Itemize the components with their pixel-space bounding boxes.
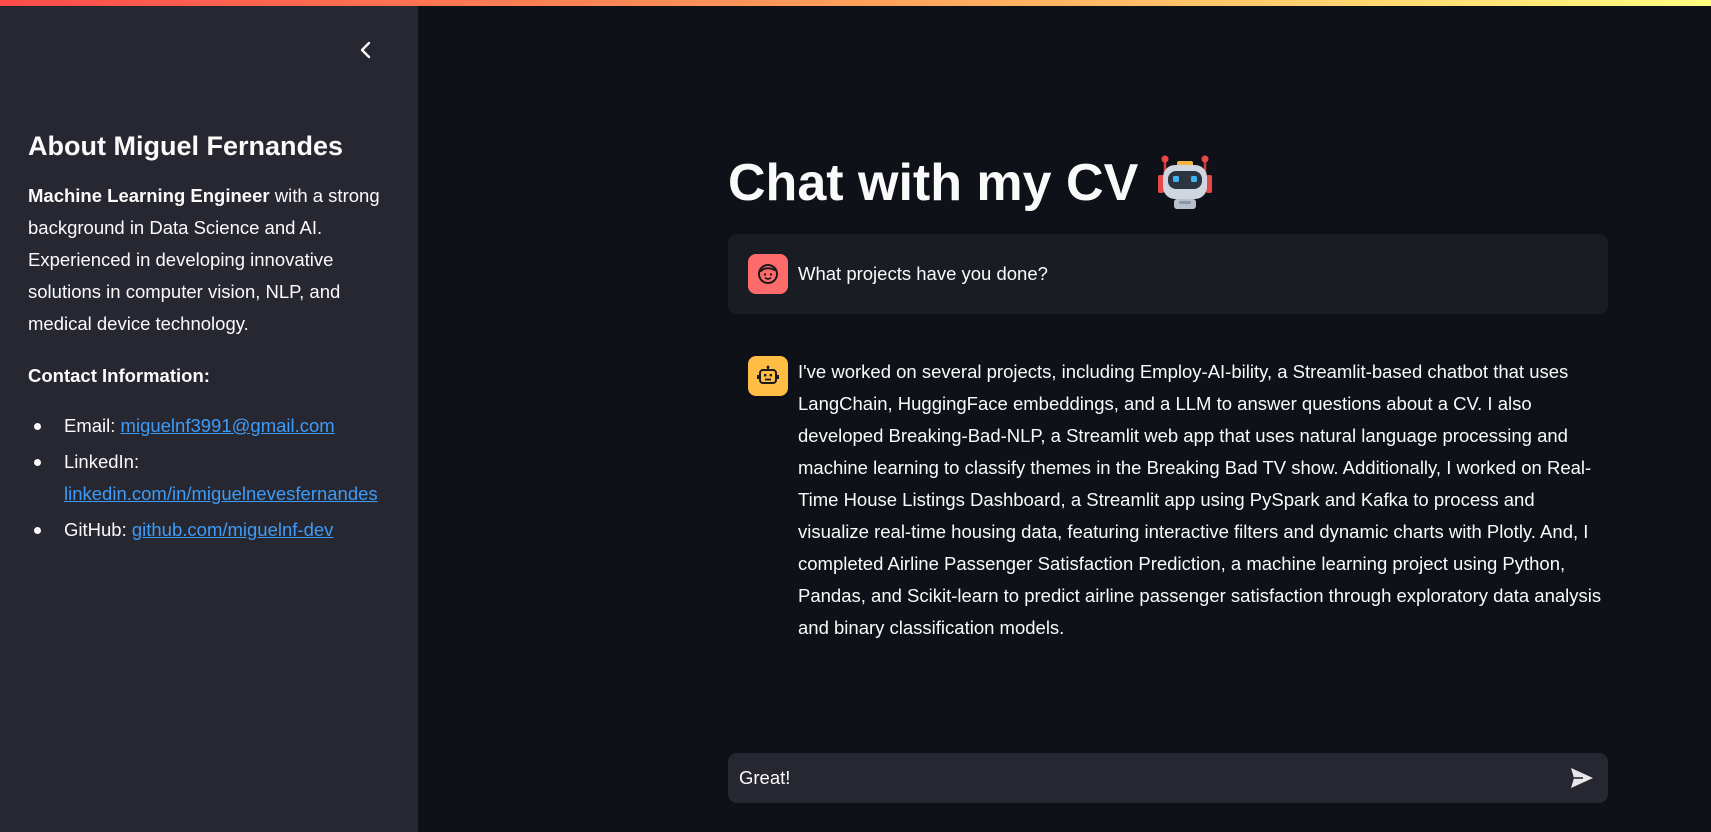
contact-label: GitHub:	[64, 519, 132, 540]
contact-email: Email: miguelnf3991@gmail.com	[28, 410, 403, 442]
bullet	[34, 459, 41, 466]
chat-input[interactable]	[728, 753, 1548, 803]
chat-message-user: What projects have you done?	[728, 234, 1608, 314]
send-button[interactable]	[1566, 763, 1598, 793]
user-message-text: What projects have you done?	[798, 263, 1048, 284]
assistant-avatar	[748, 356, 788, 396]
sidebar: About Miguel Fernandes Machine Learning …	[0, 0, 418, 832]
contact-title: Contact Information:	[28, 365, 210, 386]
user-avatar	[748, 254, 788, 294]
sidebar-content: About Miguel Fernandes Machine Learning …	[28, 124, 403, 550]
chat-input-box	[728, 753, 1608, 803]
contact-github: GitHub: github.com/miguelnf-dev	[28, 514, 403, 546]
bio-text: Machine Learning Engineer with a strong …	[28, 180, 403, 340]
contact-label: Email:	[64, 415, 121, 436]
user-face-icon	[758, 264, 778, 284]
bot-icon	[757, 365, 779, 384]
chevron-left-icon	[360, 41, 371, 59]
linkedin-link[interactable]: linkedin.com/in/miguelnevesfernandes	[64, 483, 378, 504]
page-title-text: Chat with my CV	[728, 154, 1139, 212]
contact-linkedin: LinkedIn: linkedin.com/in/miguelnevesfer…	[28, 446, 403, 510]
sidebar-collapse-button[interactable]	[352, 36, 380, 64]
chat-message-assistant: I've worked on several projects, includi…	[728, 340, 1608, 644]
assistant-message-text: I've worked on several projects, includi…	[798, 361, 1602, 638]
contact-list: Email: miguelnf3991@gmail.com LinkedIn: …	[28, 410, 403, 546]
send-icon	[1571, 768, 1593, 788]
page-title: Chat with my CV	[728, 150, 1214, 216]
main-area: Chat with my CV What projects have you d…	[418, 0, 1711, 832]
contact-label: LinkedIn:	[64, 451, 140, 472]
bullet	[34, 423, 41, 430]
bullet	[34, 527, 41, 534]
bio-bold: Machine Learning Engineer	[28, 185, 270, 206]
bio-rest: with a strong background in Data Science…	[28, 185, 380, 334]
email-link[interactable]: miguelnf3991@gmail.com	[121, 415, 335, 436]
github-link[interactable]: github.com/miguelnf-dev	[132, 519, 334, 540]
robot-emoji-icon	[1158, 155, 1213, 209]
top-decoration-bar	[0, 0, 1711, 6]
sidebar-heading: About Miguel Fernandes	[28, 131, 344, 161]
